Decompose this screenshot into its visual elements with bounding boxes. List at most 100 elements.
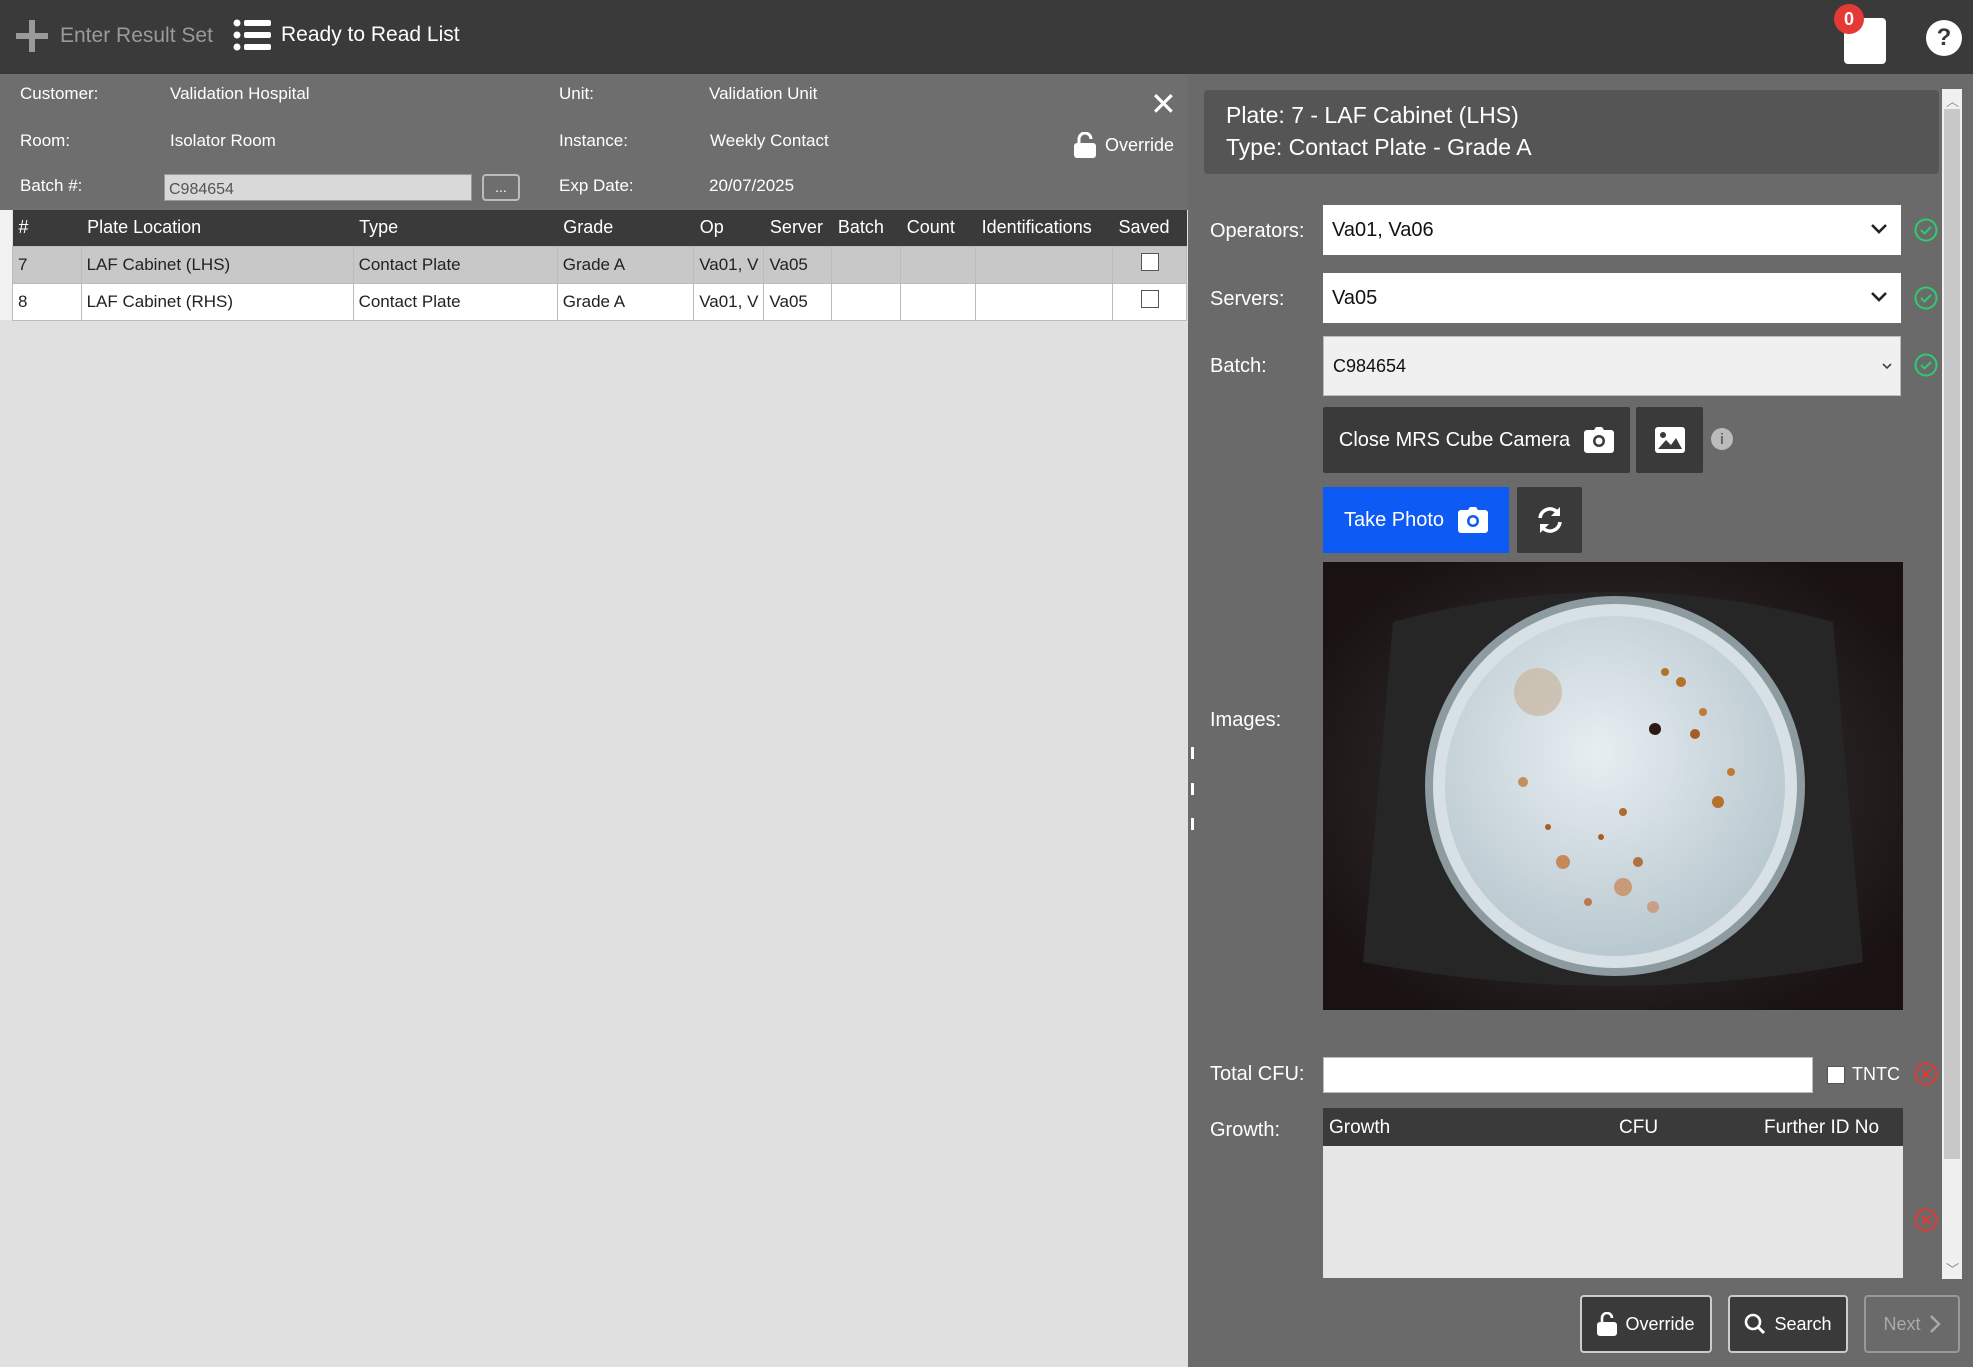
next-button-label: Next bbox=[1883, 1313, 1921, 1334]
refresh-camera-button[interactable] bbox=[1517, 487, 1582, 553]
unit-value: Validation Unit bbox=[709, 84, 818, 103]
instance-label: Instance: bbox=[559, 131, 628, 150]
column-header[interactable]: # bbox=[12, 210, 82, 246]
unit-label: Unit: bbox=[559, 84, 594, 103]
saved-checkbox[interactable] bbox=[1140, 290, 1159, 308]
cell-operator: Va01, V bbox=[693, 245, 765, 284]
info-icon[interactable]: i bbox=[1711, 428, 1733, 450]
search-button[interactable]: Search bbox=[1728, 1295, 1848, 1353]
cell-saved bbox=[1112, 245, 1187, 284]
help-button[interactable]: ? bbox=[1926, 20, 1962, 56]
table-header-row: # Plate Location Type Grade Op Server Ba… bbox=[12, 210, 1187, 246]
cell-count bbox=[900, 245, 977, 284]
row-indicator-strip bbox=[0, 210, 12, 320]
cell-identifications bbox=[975, 282, 1113, 321]
panel-splitter[interactable] bbox=[1188, 74, 1196, 1367]
enter-result-set-button[interactable]: Enter Result Set bbox=[14, 18, 213, 54]
batch-lookup-button[interactable]: ... bbox=[482, 174, 520, 201]
cell-type: Contact Plate bbox=[352, 282, 558, 321]
override-label: Override bbox=[1105, 134, 1175, 155]
cell-type: Contact Plate bbox=[352, 245, 558, 284]
exp-date-label: Exp Date: bbox=[559, 176, 634, 195]
take-photo-button[interactable]: Take Photo bbox=[1323, 487, 1509, 553]
cell-grade: Grade A bbox=[556, 245, 695, 284]
table-row[interactable]: 8 LAF Cabinet (RHS) Contact Plate Grade … bbox=[12, 282, 1187, 321]
splitter-grip-icon bbox=[1191, 818, 1194, 830]
cell-grade: Grade A bbox=[556, 282, 695, 321]
plate-header: Plate: 7 - LAF Cabinet (LHS) Type: Conta… bbox=[1204, 90, 1939, 174]
refresh-icon bbox=[1537, 507, 1562, 533]
plus-icon bbox=[16, 20, 48, 52]
batch-select[interactable]: C984654 bbox=[1323, 336, 1901, 396]
customer-label: Customer: bbox=[20, 84, 99, 103]
batch-label: Batch: bbox=[1210, 355, 1267, 377]
result-set-info-panel: Customer: Validation Hospital Unit: Vali… bbox=[0, 74, 1188, 210]
petri-dish-image bbox=[1323, 562, 1903, 1010]
plates-table: # Plate Location Type Grade Op Server Ba… bbox=[12, 210, 1187, 321]
cell-location: LAF Cabinet (RHS) bbox=[80, 282, 354, 321]
cell-server: Va05 bbox=[763, 245, 833, 284]
column-header[interactable]: Plate Location bbox=[81, 210, 354, 246]
chevron-down-icon bbox=[1871, 292, 1887, 302]
check-circle-icon bbox=[1914, 218, 1938, 242]
room-label: Room: bbox=[20, 131, 71, 150]
override-button-label: Override bbox=[1625, 1313, 1695, 1334]
total-cfu-label: Total CFU: bbox=[1210, 1063, 1305, 1085]
enter-result-set-label: Enter Result Set bbox=[60, 24, 213, 47]
cell-identifications bbox=[975, 245, 1113, 284]
column-header[interactable]: Op bbox=[693, 210, 764, 246]
cfu-column-header[interactable]: CFU bbox=[1619, 1117, 1658, 1139]
column-header[interactable]: Type bbox=[353, 210, 558, 246]
saved-checkbox[interactable] bbox=[1140, 253, 1159, 271]
check-circle-icon bbox=[1914, 286, 1938, 310]
batch-number-label: Batch #: bbox=[20, 176, 83, 195]
plate-type: Type: Contact Plate - Grade A bbox=[1226, 134, 1532, 160]
instance-value: Weekly Contact bbox=[710, 131, 829, 150]
column-header[interactable]: Server bbox=[763, 210, 832, 246]
operators-value: Va01, Va06 bbox=[1332, 218, 1434, 241]
next-button[interactable]: Next bbox=[1864, 1295, 1960, 1353]
ready-to-read-list-button[interactable]: Ready to Read List bbox=[233, 18, 460, 52]
chevron-down-icon bbox=[1882, 363, 1892, 370]
upload-image-button[interactable] bbox=[1636, 407, 1703, 473]
list-icon bbox=[233, 19, 271, 51]
detail-scrollbar[interactable]: ︿ ﹀ bbox=[1942, 89, 1962, 1279]
close-icon[interactable]: ✕ bbox=[1150, 88, 1177, 120]
tntc-label: TNTC bbox=[1852, 1064, 1900, 1084]
table-row[interactable]: 7 LAF Cabinet (LHS) Contact Plate Grade … bbox=[12, 245, 1187, 284]
close-camera-button[interactable]: Close MRS Cube Camera bbox=[1323, 407, 1630, 473]
search-icon bbox=[1745, 1313, 1766, 1335]
column-header[interactable]: Saved bbox=[1112, 210, 1187, 246]
total-cfu-input[interactable] bbox=[1323, 1057, 1813, 1093]
scroll-up-icon[interactable]: ︿ bbox=[1946, 91, 1959, 110]
chevron-right-icon bbox=[1929, 1315, 1941, 1333]
further-id-column-header[interactable]: Further ID No bbox=[1764, 1117, 1879, 1139]
column-header[interactable]: Grade bbox=[557, 210, 694, 246]
growth-table[interactable]: Growth CFU Further ID No bbox=[1323, 1108, 1903, 1278]
cell-location: LAF Cabinet (LHS) bbox=[80, 245, 354, 284]
override-button[interactable]: Override bbox=[1580, 1295, 1712, 1353]
scrollbar-thumb[interactable] bbox=[1944, 109, 1960, 1159]
column-header[interactable]: Identifications bbox=[975, 210, 1113, 246]
column-header[interactable]: Batch bbox=[831, 210, 901, 246]
growth-column-header[interactable]: Growth bbox=[1329, 1117, 1390, 1139]
override-toggle[interactable]: Override bbox=[1073, 132, 1174, 158]
splitter-grip-icon bbox=[1191, 783, 1194, 795]
plate-photo[interactable] bbox=[1323, 562, 1903, 1010]
exp-date-value: 20/07/2025 bbox=[709, 176, 795, 195]
batch-number-input[interactable]: C984654 bbox=[164, 174, 472, 201]
column-header[interactable]: Count bbox=[900, 210, 976, 246]
operators-select[interactable]: Va01, Va06 bbox=[1323, 205, 1901, 255]
camera-icon bbox=[1584, 427, 1615, 453]
cell-operator: Va01, V bbox=[693, 282, 765, 321]
servers-value: Va05 bbox=[1332, 286, 1378, 309]
scroll-down-icon[interactable]: ﹀ bbox=[1946, 1259, 1959, 1278]
cell-number: 7 bbox=[12, 245, 82, 284]
plate-title: Plate: 7 - LAF Cabinet (LHS) bbox=[1226, 102, 1519, 128]
servers-select[interactable]: Va05 bbox=[1323, 273, 1901, 323]
notifications-button[interactable]: 0 bbox=[1834, 4, 1886, 64]
search-button-label: Search bbox=[1774, 1313, 1832, 1334]
take-photo-label: Take Photo bbox=[1343, 508, 1445, 531]
cell-server: Va05 bbox=[763, 282, 833, 321]
tntc-checkbox[interactable] bbox=[1827, 1066, 1845, 1084]
